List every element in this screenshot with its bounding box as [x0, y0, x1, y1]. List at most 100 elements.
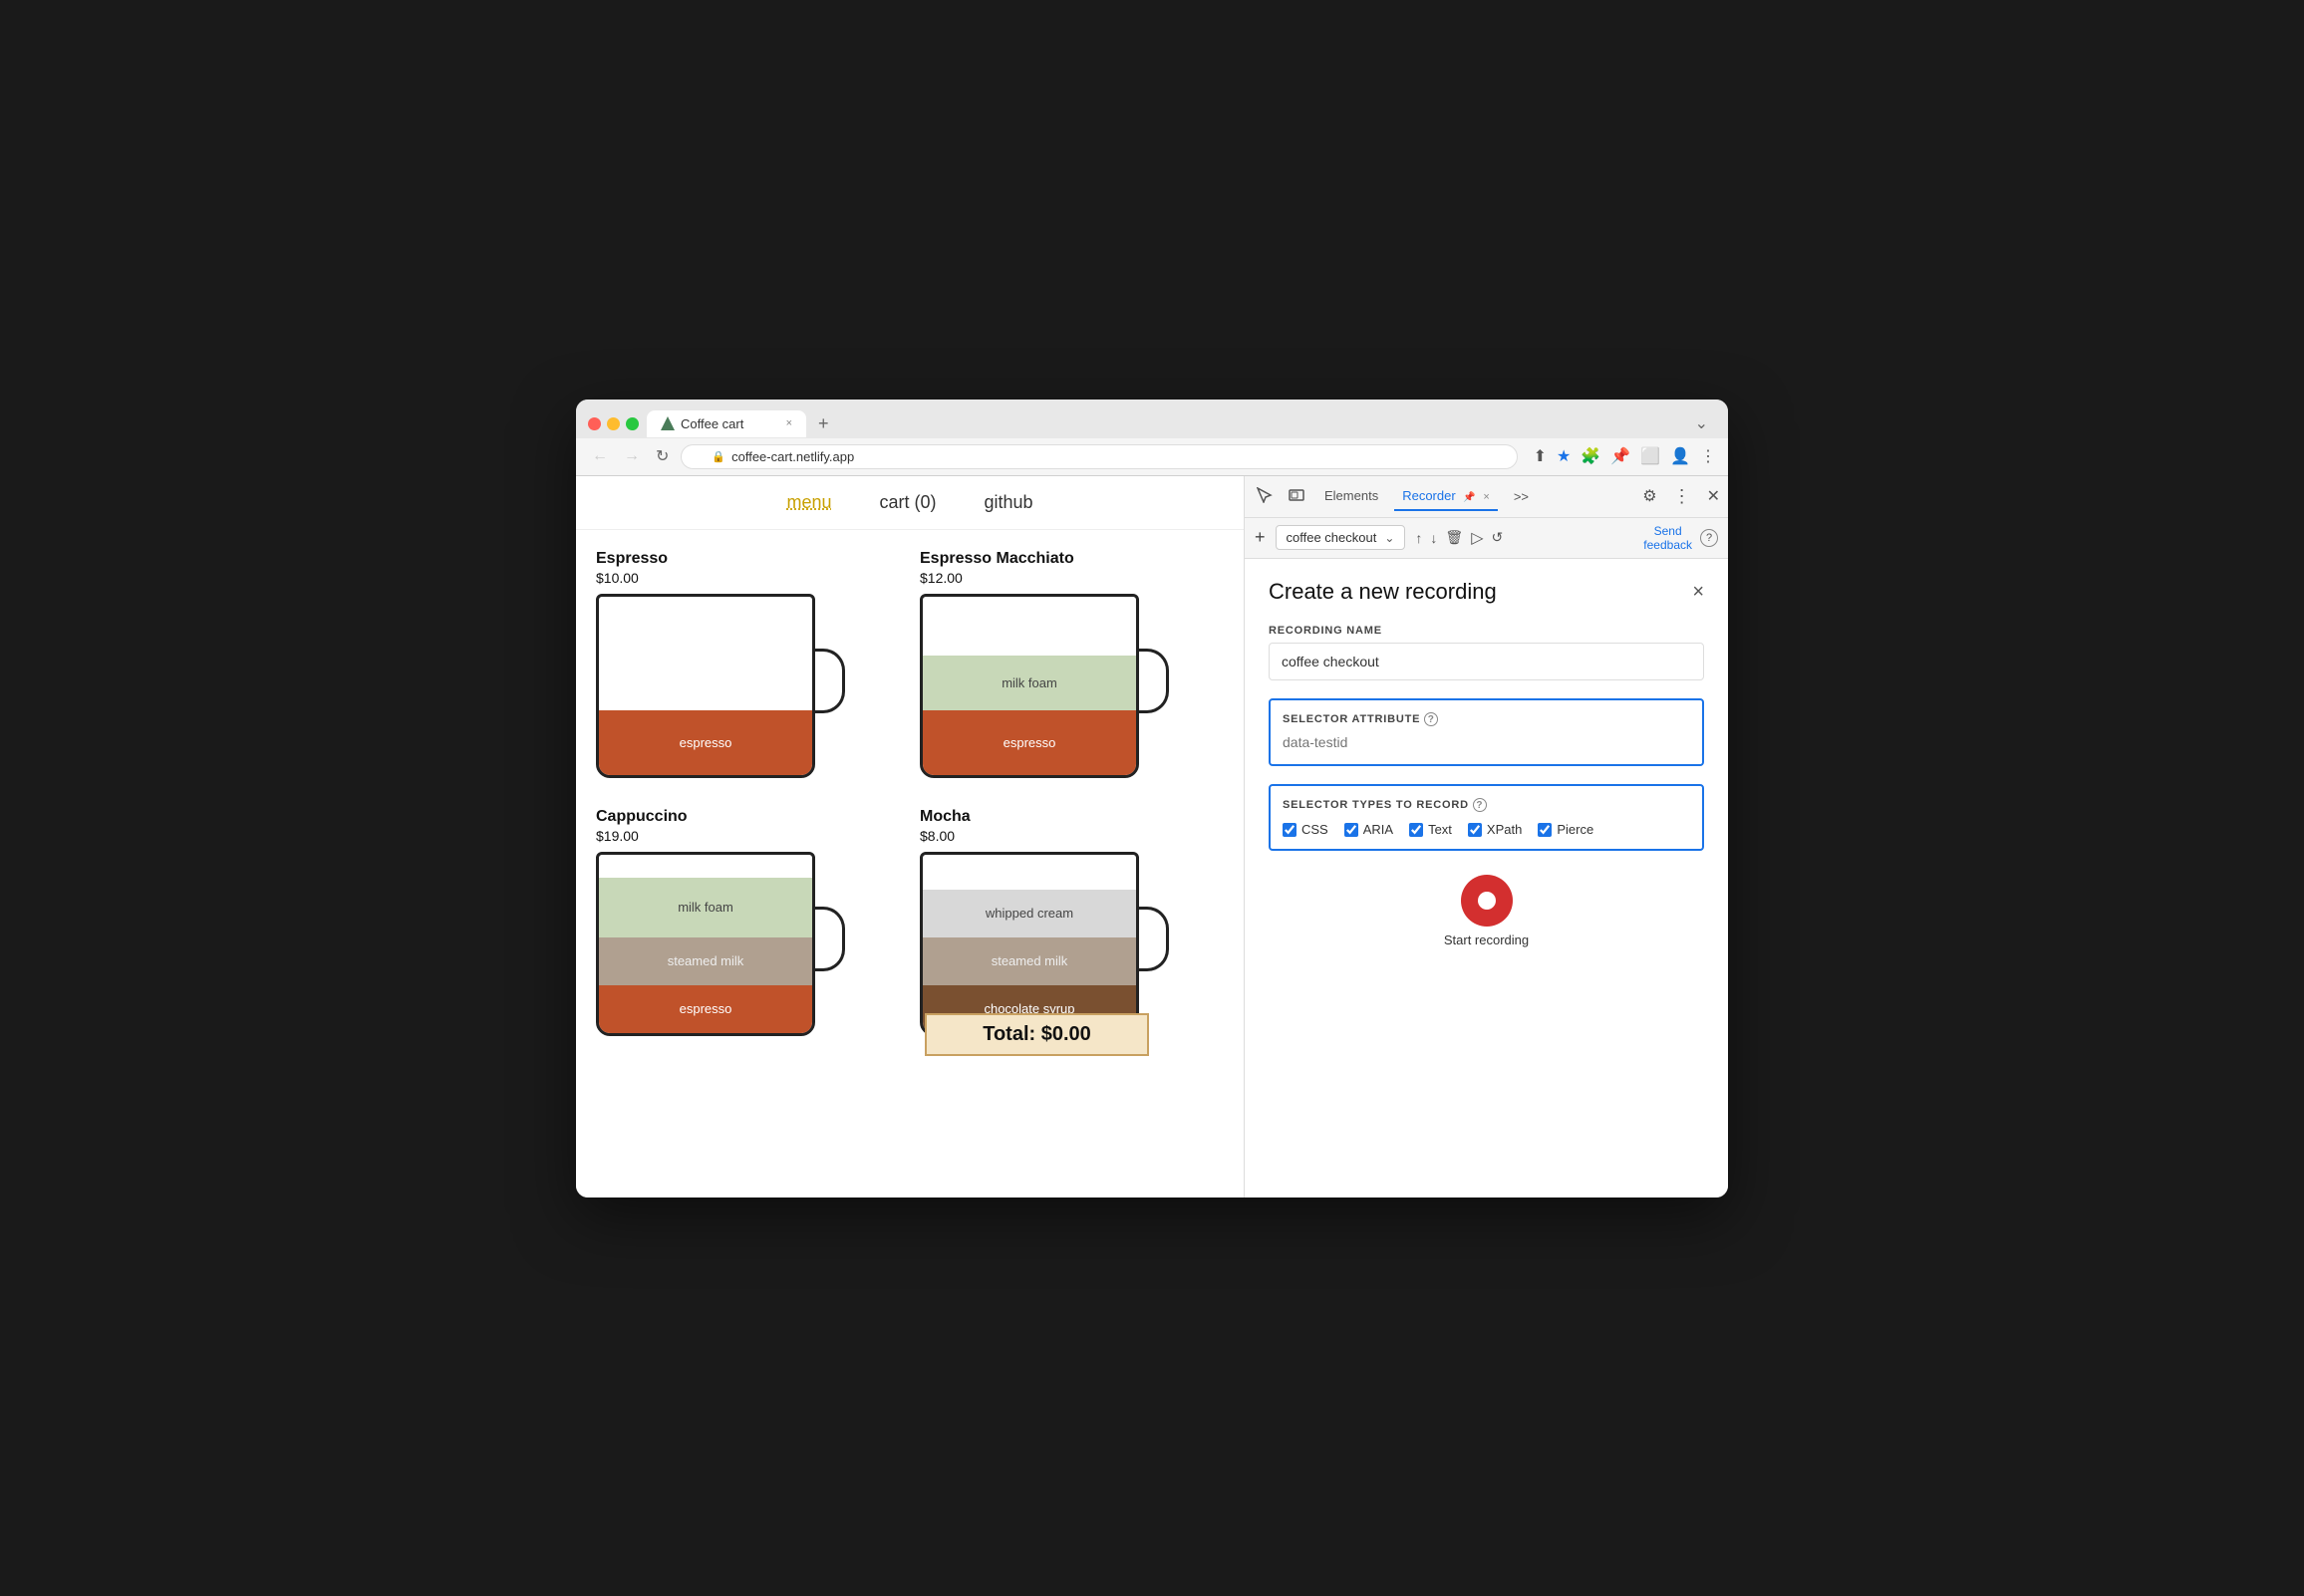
maximize-button[interactable]: ⌄ — [1687, 409, 1716, 437]
checkbox-item-xpath[interactable]: XPath — [1468, 822, 1522, 837]
mug: chocolate syrup steamed milk whipped cre… — [920, 852, 1139, 1036]
nav-cart[interactable]: cart (0) — [879, 492, 936, 513]
delete-recording-button[interactable]: 🗑 — [1445, 529, 1463, 546]
help-icon[interactable]: ? — [1700, 529, 1718, 547]
selector-types-label: SELECTOR TYPES TO RECORD ? — [1283, 798, 1690, 812]
add-recording-button[interactable]: + — [1255, 527, 1266, 548]
close-window-button[interactable] — [588, 417, 601, 430]
tab-title: Coffee cart — [681, 416, 743, 431]
url-text: coffee-cart.netlify.app — [731, 449, 854, 464]
extensions-icon[interactable]: 🧩 — [1581, 446, 1600, 466]
recorder-tab-close[interactable]: × — [1483, 491, 1489, 503]
selector-attribute-input[interactable] — [1283, 734, 1690, 750]
layer-milk-foam: milk foam — [599, 878, 812, 937]
mug-container[interactable]: espresso steamed milk milk foam — [596, 852, 855, 1046]
dialog-close-button[interactable]: × — [1692, 581, 1704, 604]
checkbox-label-pierce: Pierce — [1557, 822, 1593, 837]
dialog-area: Create a new recording × RECORDING NAME … — [1245, 559, 1728, 1197]
chevron-down-icon[interactable]: ⌄ — [1384, 531, 1394, 545]
play-recording-button[interactable]: ▷ — [1471, 528, 1483, 548]
recording-name-box[interactable]: coffee checkout ⌄ — [1276, 525, 1406, 550]
export-recording-button[interactable]: ↑ — [1415, 530, 1422, 546]
checkbox-text[interactable] — [1409, 823, 1423, 837]
recorder-toolbar-icons: ↑ ↓ 🗑 ▷ ↺ — [1415, 528, 1503, 548]
bookmark-icon[interactable]: ★ — [1557, 446, 1571, 466]
traffic-lights — [588, 417, 639, 430]
product-price: $19.00 — [596, 828, 900, 844]
inspect-element-button[interactable] — [1253, 483, 1277, 510]
selector-attribute-help-icon[interactable]: ? — [1424, 712, 1438, 726]
checkbox-xpath[interactable] — [1468, 823, 1482, 837]
layer-whipped-cream: whipped cream — [923, 890, 1136, 937]
tab-elements[interactable]: Elements — [1316, 482, 1386, 511]
dialog-title-row: Create a new recording × — [1269, 579, 1704, 605]
lock-icon: 🔒 — [712, 450, 725, 463]
layer-milk-foam: milk foam — [923, 656, 1136, 710]
selector-attribute-box: SELECTOR ATTRIBUTE ? — [1269, 698, 1704, 766]
new-tab-button[interactable]: + — [810, 409, 837, 438]
mug: espresso — [596, 594, 815, 778]
minimize-window-button[interactable] — [607, 417, 620, 430]
back-button[interactable]: ← — [588, 445, 612, 467]
product-name: Espresso Macchiato — [920, 550, 1224, 568]
product-card-espresso: Espresso $10.00 espresso — [596, 550, 900, 788]
start-recording-area: Start recording — [1269, 875, 1704, 947]
share-icon[interactable]: ⬆ — [1534, 446, 1547, 466]
tab-close-icon[interactable]: × — [786, 417, 792, 429]
recorder-toolbar: + coffee checkout ⌄ ↑ ↓ 🗑 ▷ ↺ Sendfeedba… — [1245, 518, 1728, 560]
maximize-window-button[interactable] — [626, 417, 639, 430]
products-grid: Espresso $10.00 espresso Espresso Macchi… — [576, 530, 1244, 1071]
refresh-button[interactable]: ↻ — [652, 444, 673, 468]
product-name: Cappuccino — [596, 808, 900, 826]
checkbox-label-xpath: XPath — [1487, 822, 1522, 837]
browser-tab[interactable]: Coffee cart × — [647, 410, 806, 437]
more-icon[interactable]: ⋮ — [1700, 446, 1716, 466]
nav-menu[interactable]: menu — [786, 492, 831, 513]
product-price: $8.00 — [920, 828, 1224, 844]
start-recording-label: Start recording — [1444, 932, 1529, 947]
selector-types-box: SELECTOR TYPES TO RECORD ? CSS ARIA Text XP… — [1269, 784, 1704, 851]
forward-button[interactable]: → — [620, 445, 644, 467]
checkbox-css[interactable] — [1283, 823, 1296, 837]
layer-espresso: espresso — [599, 985, 812, 1033]
responsive-mode-button[interactable] — [1285, 483, 1308, 510]
checkbox-aria[interactable] — [1344, 823, 1358, 837]
dialog-title: Create a new recording — [1269, 579, 1497, 605]
checkbox-item-css[interactable]: CSS — [1283, 822, 1328, 837]
selector-types-help-icon[interactable]: ? — [1473, 798, 1487, 812]
mug-container[interactable]: espresso milk foam — [920, 594, 1179, 788]
mug-handle — [1137, 649, 1169, 713]
checkbox-pierce[interactable] — [1538, 823, 1552, 837]
devtools-header: Elements Recorder 📌 × >> ⚙ ⋮ ✕ — [1245, 476, 1728, 518]
send-feedback-link[interactable]: Sendfeedback — [1643, 524, 1692, 553]
devtools-settings-button[interactable]: ⚙ — [1642, 486, 1656, 506]
checkbox-item-pierce[interactable]: Pierce — [1538, 822, 1593, 837]
rewind-recording-button[interactable]: ↺ — [1492, 529, 1504, 546]
more-tabs-button[interactable]: >> — [1506, 485, 1537, 508]
start-recording-button[interactable] — [1461, 875, 1513, 927]
import-recording-button[interactable]: ↓ — [1430, 530, 1437, 546]
toolbar-icons: ⬆ ★ 🧩 📌 ⬜ 👤 ⋮ — [1534, 446, 1716, 466]
nav-github[interactable]: github — [985, 492, 1033, 513]
recording-name-input[interactable] — [1269, 643, 1704, 680]
product-name: Mocha — [920, 808, 1224, 826]
layer-steamed-milk: steamed milk — [923, 937, 1136, 985]
browser-window: Coffee cart × + ⌄ ← → ↻ 🔒 coffee-cart.ne… — [576, 399, 1728, 1197]
profiles-icon[interactable]: ⬜ — [1640, 446, 1660, 466]
product-card-espresso-macchiato: Espresso Macchiato $12.00 espresso milk … — [920, 550, 1224, 788]
mug: espresso steamed milk milk foam — [596, 852, 815, 1036]
layer-espresso: espresso — [923, 710, 1136, 775]
record-button-inner — [1478, 892, 1496, 910]
address-input[interactable]: 🔒 coffee-cart.netlify.app — [681, 444, 1517, 469]
pin-icon[interactable]: 📌 — [1610, 446, 1630, 466]
mug-container[interactable]: chocolate syrup steamed milk whipped cre… — [920, 852, 1179, 1051]
mug-container[interactable]: espresso — [596, 594, 855, 788]
tab-favicon-icon — [661, 416, 675, 430]
devtools-more-options-button[interactable]: ⋮ — [1673, 486, 1691, 507]
total-banner: Total: $0.00 — [925, 1013, 1149, 1056]
account-icon[interactable]: 👤 — [1670, 446, 1690, 466]
tab-recorder[interactable]: Recorder 📌 × — [1394, 482, 1498, 511]
checkbox-item-aria[interactable]: ARIA — [1344, 822, 1393, 837]
devtools-close-button[interactable]: ✕ — [1707, 486, 1720, 506]
checkbox-item-text[interactable]: Text — [1409, 822, 1452, 837]
